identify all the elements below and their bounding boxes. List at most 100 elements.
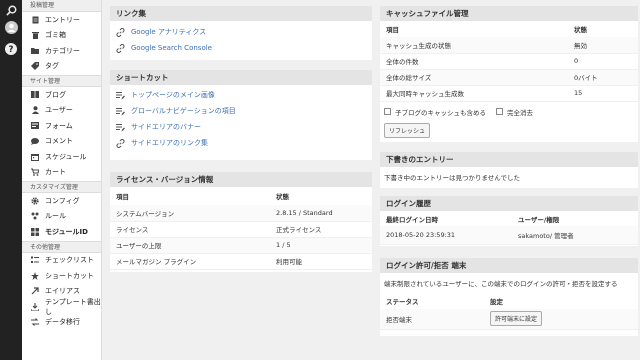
sidebar-item-template-export[interactable]: テンプレート書出し (22, 297, 101, 316)
checkbox-label: 完全消去 (507, 108, 533, 117)
svg-text:?: ? (9, 45, 14, 55)
link-google-search-console[interactable]: Google Search Console (110, 40, 372, 56)
row-label: メールマガジン プラグイン (110, 253, 270, 270)
login-datetime: 2018-05-20 23:59:31 (380, 226, 512, 245)
include-child-blog-checkbox[interactable]: 子ブログのキャッシュも含める (384, 107, 486, 117)
shortcut-top-main-image[interactable]: トップページのメイン画像 (110, 87, 372, 103)
panel-title: ライセンス・バージョン情報 (110, 172, 372, 187)
panel-title: キャッシュファイル管理 (380, 6, 638, 21)
table-row: キャッシュ生成の状態 無効 (380, 37, 638, 54)
sidebar-section-customize: カスタマイズ管理 (22, 181, 101, 193)
table-row: ユーザーの上限 1 / 5 (110, 237, 372, 254)
cache-table: 項目 状態 キャッシュ生成の状態 無効 全体の件数 0 全体の総サイズ 0バイト… (380, 21, 638, 102)
sidebar-item-form[interactable]: フォーム (22, 118, 101, 134)
row-value: 正式ライセンス (270, 221, 372, 238)
row-value: 2.8.15 / Standard (270, 205, 372, 222)
folder-icon (31, 47, 39, 55)
row-value: 利用可能 (270, 253, 372, 270)
help-icon[interactable]: ? (4, 42, 18, 56)
sidebar-item-schedule[interactable]: スケジュール (22, 149, 101, 165)
shortcut-label: トップページのメイン画像 (131, 91, 215, 99)
comment-icon (31, 137, 39, 145)
sidebar: 投稿管理 エントリー ゴミ箱 カテゴリー タグ サイト管理 ブログ ユーザー フ… (22, 0, 102, 360)
sidebar-item-label: ブログ (45, 90, 66, 99)
export-icon (31, 302, 39, 311)
sidebar-item-data-migration[interactable]: データ移行 (22, 315, 101, 331)
sidebar-section-posts: 投稿管理 (22, 0, 101, 12)
shortcut-side-links[interactable]: サイドエリアのリンク集 (110, 135, 372, 151)
link-label: Google アナリティクス (131, 28, 207, 36)
sidebar-item-trash[interactable]: ゴミ箱 (22, 28, 101, 44)
cart-icon (31, 168, 39, 177)
link-icon (116, 43, 125, 53)
table-row: 2018-05-20 23:59:31 sakamoto/ 管理者 (380, 226, 638, 245)
sidebar-item-label: コンフィグ (45, 196, 80, 205)
sidebar-item-comment[interactable]: コメント (22, 134, 101, 150)
trash-icon (31, 31, 39, 40)
sidebar-item-module-id[interactable]: モジュールID (22, 224, 101, 240)
sidebar-item-label: フォーム (45, 121, 73, 130)
list-edit-icon (116, 107, 125, 116)
refresh-button[interactable]: リフレッシュ (384, 122, 431, 138)
icon-rail: ? (0, 0, 22, 360)
sidebar-item-cart[interactable]: カート (22, 165, 101, 181)
shortcut-label: サイドエリアのバナー (131, 123, 201, 131)
set-allowed-device-button[interactable]: 許可端末に設定 (490, 311, 543, 327)
sidebar-item-entry[interactable]: エントリー (22, 12, 101, 28)
search-icon[interactable] (4, 3, 18, 17)
star-icon (31, 271, 39, 280)
sidebar-item-label: テンプレート書出し (45, 297, 101, 316)
module-icon (31, 227, 39, 236)
sidebar-item-label: エントリー (45, 15, 80, 24)
shortcut-side-banner[interactable]: サイドエリアのバナー (110, 119, 372, 135)
sidebar-item-config[interactable]: コンフィグ (22, 193, 101, 209)
sidebar-item-label: ユーザー (45, 106, 73, 115)
shortcut-label: グローバルナビゲーションの項目 (131, 107, 236, 115)
calendar-icon (31, 153, 39, 161)
sidebar-item-tag[interactable]: タグ (22, 59, 101, 75)
sidebar-item-label: エイリアス (45, 287, 80, 296)
table-row: 全体の件数 0 (380, 53, 638, 70)
drafts-panel: 下書きのエントリー 下書き中のエントリーは見つかりませんでした (380, 152, 638, 188)
sidebar-item-blog[interactable]: ブログ (22, 87, 101, 103)
sidebar-item-rule[interactable]: ルール (22, 209, 101, 225)
sidebar-item-shortcut[interactable]: ショートカット (22, 268, 101, 284)
link-icon (116, 138, 125, 148)
sidebar-item-label: カート (45, 168, 66, 177)
document-icon (31, 16, 39, 24)
row-value: 0バイト (568, 69, 638, 86)
sidebar-item-label: コメント (45, 137, 73, 146)
login-history-panel: ログイン履歴 最終ログイン日時 ユーザー/権限 2018-05-20 23:59… (380, 196, 638, 246)
row-label: ユーザーの上限 (110, 237, 270, 254)
cache-options: 子ブログのキャッシュも含める 完全消去 (380, 102, 638, 117)
row-value: 1 / 5 (270, 237, 372, 254)
panel-title: 下書きのエントリー (380, 152, 638, 167)
shortcut-panel: ショートカット トップページのメイン画像 グローバルナビゲーションの項目 サイド… (110, 70, 372, 160)
rule-icon (31, 212, 39, 220)
link-label: Google Search Console (131, 44, 212, 52)
table-row: 拒否端末 許可端末に設定 (380, 309, 638, 330)
row-value: 0 (568, 53, 638, 70)
sidebar-item-label: タグ (45, 62, 59, 71)
link-icon (116, 27, 125, 37)
list-edit-icon (116, 123, 125, 132)
row-label: システムバージョン (110, 205, 270, 222)
link-google-analytics[interactable]: Google アナリティクス (110, 24, 372, 40)
sidebar-item-label: カテゴリー (45, 46, 80, 55)
table-row: 全体の総サイズ 0バイト (380, 69, 638, 86)
login-user: sakamoto/ 管理者 (512, 226, 638, 245)
checklist-icon (31, 256, 39, 264)
form-icon (31, 122, 39, 130)
sidebar-item-label: ルール (45, 212, 66, 221)
full-clear-checkbox[interactable]: 完全消去 (496, 107, 533, 117)
shortcut-global-nav[interactable]: グローバルナビゲーションの項目 (110, 103, 372, 119)
sidebar-item-checklist[interactable]: チェックリスト (22, 253, 101, 269)
sidebar-item-category[interactable]: カテゴリー (22, 43, 101, 59)
main-content: リンク集 Google アナリティクス Google Search Consol… (102, 0, 640, 360)
column-header: 設定 (490, 298, 503, 306)
alias-icon (31, 287, 39, 295)
login-history-table: 最終ログイン日時 ユーザー/権限 2018-05-20 23:59:31 sak… (380, 211, 638, 245)
column-header: 状態 (574, 26, 587, 34)
avatar[interactable] (4, 20, 18, 34)
sidebar-item-user[interactable]: ユーザー (22, 103, 101, 119)
